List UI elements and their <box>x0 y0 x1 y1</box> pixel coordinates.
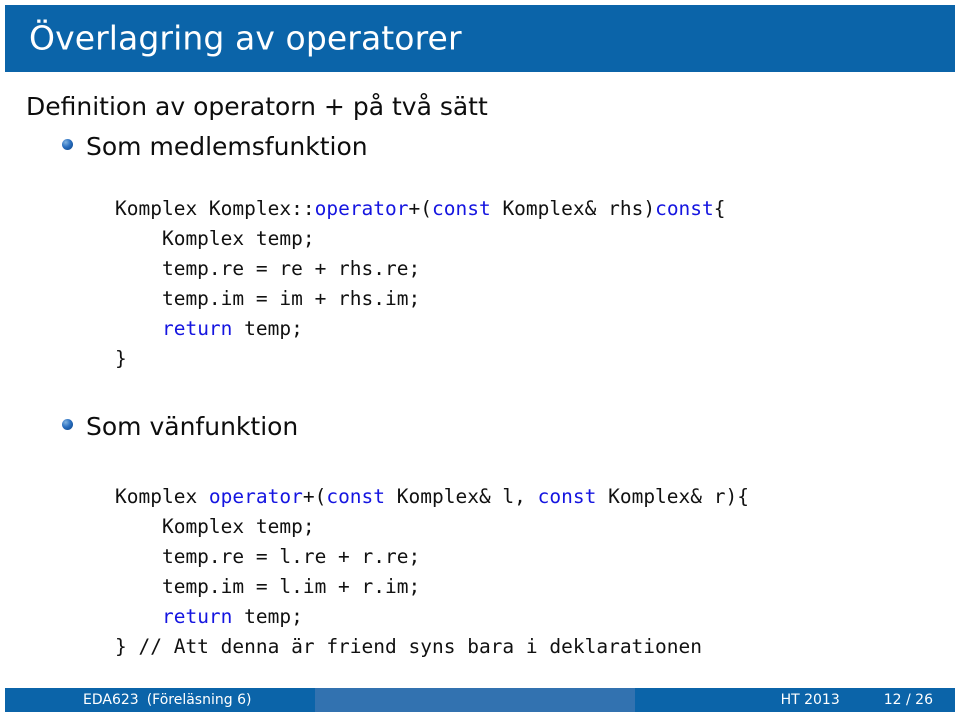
slide-title-bar: Överlagring av operatorer <box>5 5 955 72</box>
code-block-friend-function: Komplex operator+(const Komplex& l, cons… <box>115 485 749 658</box>
list-item: Som medlemsfunktion <box>62 132 368 161</box>
footer-page-number: 12 / 26 <box>883 692 933 708</box>
bullet-dot-icon <box>62 139 73 150</box>
section-heading: Definition av operatorn + på två sätt <box>26 92 488 121</box>
footer-course-code: EDA623 <box>83 692 139 708</box>
list-item-label: Som medlemsfunktion <box>86 132 368 161</box>
footer-term: HT 2013 <box>780 692 840 708</box>
page-title: Överlagring av operatorer <box>29 18 462 58</box>
footer-right-segment: HT 2013 12 / 26 <box>635 688 955 712</box>
footer-lecture-label: (Föreläsning 6) <box>146 692 252 708</box>
list-item: Som vänfunktion <box>62 412 298 441</box>
slide-footer: EDA623 (Föreläsning 6) HT 2013 12 / 26 <box>5 688 955 712</box>
slide: Överlagring av operatorer Definition av … <box>0 0 960 715</box>
code-block-member-function: Komplex Komplex::operator+(const Komplex… <box>115 197 726 370</box>
footer-left-segment: EDA623 (Föreläsning 6) <box>5 688 315 712</box>
footer-middle-segment <box>315 688 635 712</box>
list-item-label: Som vänfunktion <box>86 412 299 441</box>
bullet-dot-icon <box>62 419 73 430</box>
